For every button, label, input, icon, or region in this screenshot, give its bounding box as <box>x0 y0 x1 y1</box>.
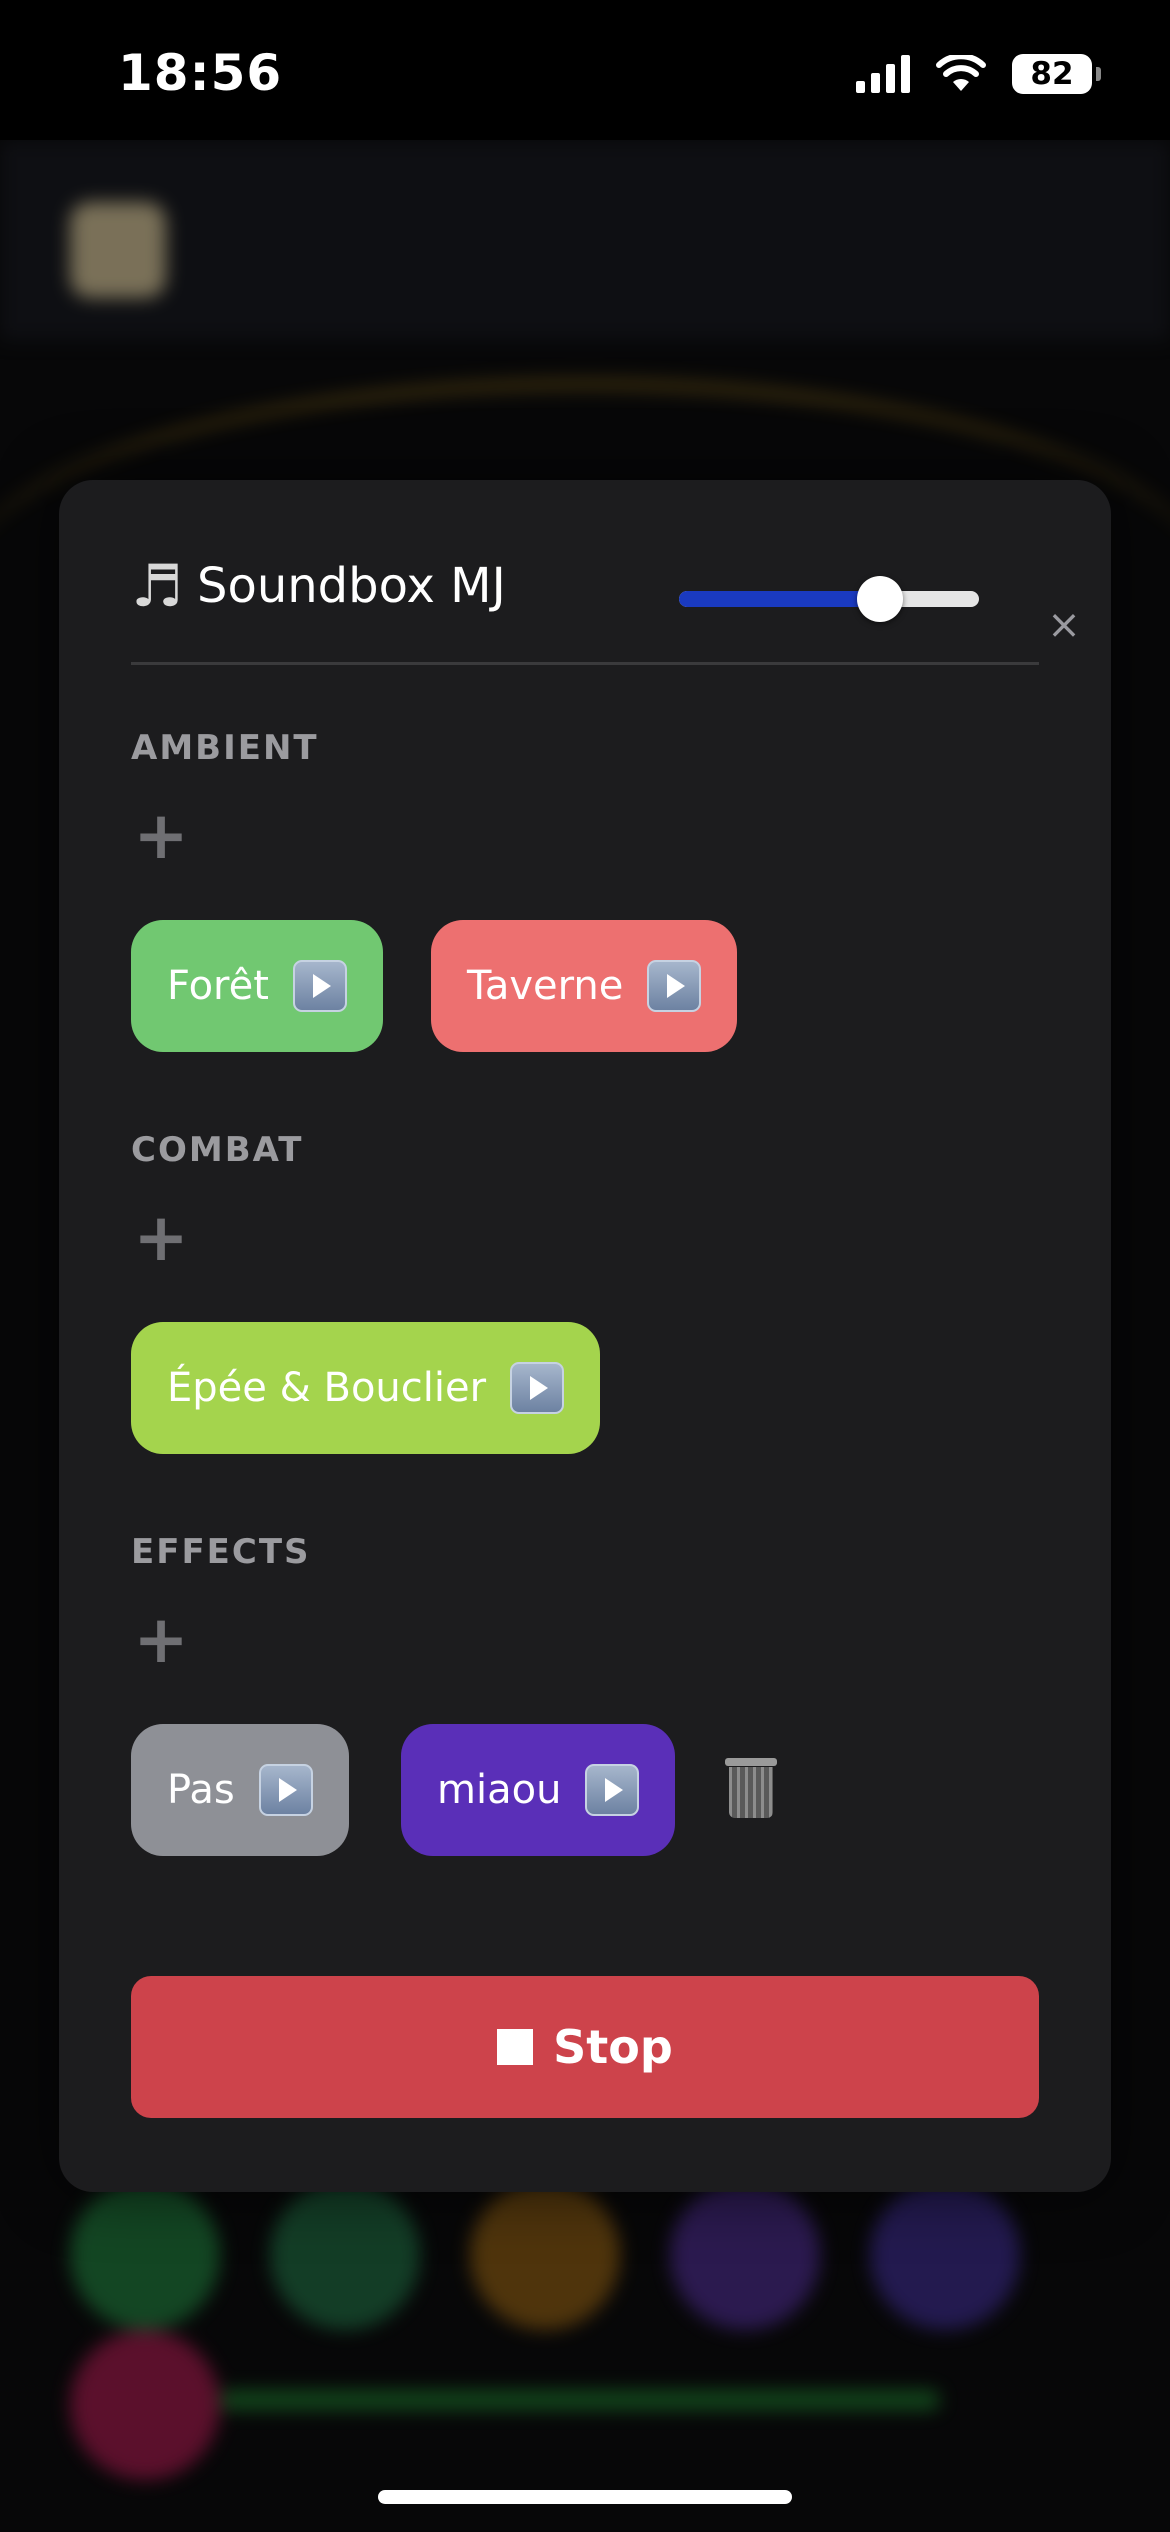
add-ambient-button[interactable]: + <box>131 803 191 869</box>
cellular-signal-icon <box>856 55 910 93</box>
trash-lid <box>725 1758 777 1766</box>
slider-fill <box>679 591 880 607</box>
background-circle <box>470 2180 620 2330</box>
background-circle <box>70 2330 220 2480</box>
soundbox-modal: ♬ Soundbox MJ × AMBIENT + Forêt Taverne … <box>59 480 1111 2192</box>
close-button[interactable]: × <box>1041 602 1087 648</box>
background-circle <box>270 2180 420 2330</box>
sound-label: Épée & Bouclier <box>167 1365 487 1411</box>
music-note-icon: ♬ <box>131 552 183 620</box>
sound-button-epee-bouclier[interactable]: Épée & Bouclier <box>131 1322 601 1454</box>
battery-icon: 82 <box>1012 54 1101 94</box>
stop-button[interactable]: Stop <box>131 1976 1039 2118</box>
section-label-combat: COMBAT <box>131 1130 304 1170</box>
stop-icon <box>497 2029 534 2065</box>
sound-label: miaou <box>437 1767 562 1813</box>
slider-thumb[interactable] <box>857 576 903 622</box>
section-label-ambient: AMBIENT <box>131 728 319 768</box>
trash-icon[interactable] <box>725 1758 777 1818</box>
add-effects-button[interactable]: + <box>131 1607 191 1673</box>
volume-slider[interactable] <box>679 576 981 622</box>
sound-button-pas[interactable]: Pas <box>131 1724 349 1856</box>
sound-button-foret[interactable]: Forêt <box>131 920 383 1052</box>
modal-title-text: Soundbox MJ <box>197 558 506 614</box>
sound-label: Pas <box>167 1767 235 1813</box>
background-circle <box>70 2180 220 2330</box>
sound-button-miaou[interactable]: miaou <box>401 1724 676 1856</box>
play-icon <box>647 960 702 1012</box>
sound-label: Taverne <box>467 963 624 1009</box>
stop-label: Stop <box>553 2020 673 2074</box>
play-icon <box>510 1362 565 1414</box>
sound-button-taverne[interactable]: Taverne <box>431 920 738 1052</box>
status-time: 18:56 <box>118 44 283 102</box>
play-icon <box>292 960 347 1012</box>
status-icons: 82 <box>856 54 1101 94</box>
modal-title: ♬ Soundbox MJ <box>131 552 506 620</box>
background-progress <box>220 2390 940 2410</box>
play-icon <box>585 1764 640 1816</box>
sound-label: Forêt <box>167 963 269 1009</box>
trash-body <box>729 1767 773 1818</box>
background-circle <box>870 2180 1020 2330</box>
add-combat-button[interactable]: + <box>131 1205 191 1271</box>
status-bar: 18:56 82 <box>0 0 1170 140</box>
background-logo <box>70 202 166 298</box>
background-circle <box>670 2180 820 2330</box>
section-label-effects: EFFECTS <box>131 1532 311 1572</box>
modal-header: ♬ Soundbox MJ × <box>131 552 1081 665</box>
wifi-icon <box>936 55 986 91</box>
home-indicator <box>378 2490 792 2504</box>
play-icon <box>258 1764 313 1816</box>
background-header <box>0 140 1170 340</box>
